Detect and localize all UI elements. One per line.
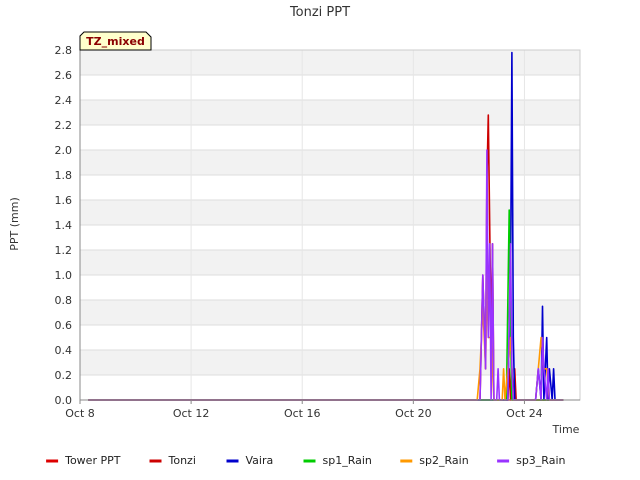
y-tick-labels: 0.0 0.2 0.4 0.6 0.8 1.0 1.2 1.4 1.6 1.8 2.0 2.2 2.4 2… bbox=[55, 44, 73, 407]
y-tick-label: 2.8 bbox=[55, 44, 73, 57]
y-tick-label: 0.2 bbox=[55, 369, 73, 382]
legend-label: Vaira bbox=[246, 454, 274, 467]
legend-label: Tower PPT bbox=[64, 454, 121, 467]
plot-band bbox=[80, 350, 580, 375]
plot-band bbox=[80, 75, 580, 100]
chart-title: Tonzi PPT bbox=[289, 5, 350, 20]
badge-label: TZ_mixed bbox=[86, 35, 145, 48]
plot-band bbox=[80, 150, 580, 175]
y-tick-label: 2.6 bbox=[55, 69, 73, 82]
y-tick-label: 1.0 bbox=[55, 269, 73, 282]
x-tick-label: Oct 12 bbox=[173, 407, 210, 420]
plot-band bbox=[80, 200, 580, 225]
x-tick-label: Oct 24 bbox=[506, 407, 543, 420]
plot-band bbox=[80, 50, 580, 75]
y-tick-label: 1.4 bbox=[55, 219, 73, 232]
plot-band bbox=[80, 250, 580, 275]
plot-band bbox=[80, 175, 580, 200]
y-tick-label: 0.0 bbox=[55, 394, 73, 407]
legend-label: sp3_Rain bbox=[516, 454, 565, 467]
legend-label: sp1_Rain bbox=[323, 454, 372, 467]
plot-band bbox=[80, 275, 580, 300]
plot-band bbox=[80, 300, 580, 325]
y-tick-label: 2.4 bbox=[55, 94, 73, 107]
x-tick-label: Oct 16 bbox=[284, 407, 321, 420]
y-tick-label: 0.6 bbox=[55, 319, 73, 332]
plot-band bbox=[80, 125, 580, 150]
y-axis-label: PPT (mm) bbox=[8, 197, 21, 251]
x-tick-label: Oct 8 bbox=[65, 407, 95, 420]
y-tick-label: 1.8 bbox=[55, 169, 73, 182]
plot-band bbox=[80, 225, 580, 250]
y-tick-label: 2.2 bbox=[55, 119, 73, 132]
legend-label: Tonzi bbox=[168, 454, 196, 467]
legend-label: sp2_Rain bbox=[419, 454, 468, 467]
y-tick-label: 1.2 bbox=[55, 244, 73, 257]
x-axis-label: Time bbox=[552, 423, 580, 436]
x-tick-label: Oct 20 bbox=[395, 407, 432, 420]
chart-canvas: Tonzi PPT 0.0 0.2 0.4 0.6 0.8 1.0 1.2 1.4 1.6 1.8… bbox=[0, 0, 640, 480]
y-tick-label: 2.0 bbox=[55, 144, 73, 157]
y-tick-label: 0.4 bbox=[55, 344, 73, 357]
plot-band bbox=[80, 325, 580, 350]
y-tick-label: 0.8 bbox=[55, 294, 73, 307]
dataset-badge: TZ_mixed bbox=[79, 31, 152, 51]
y-tick-label: 1.6 bbox=[55, 194, 73, 207]
plot-band bbox=[80, 100, 580, 125]
